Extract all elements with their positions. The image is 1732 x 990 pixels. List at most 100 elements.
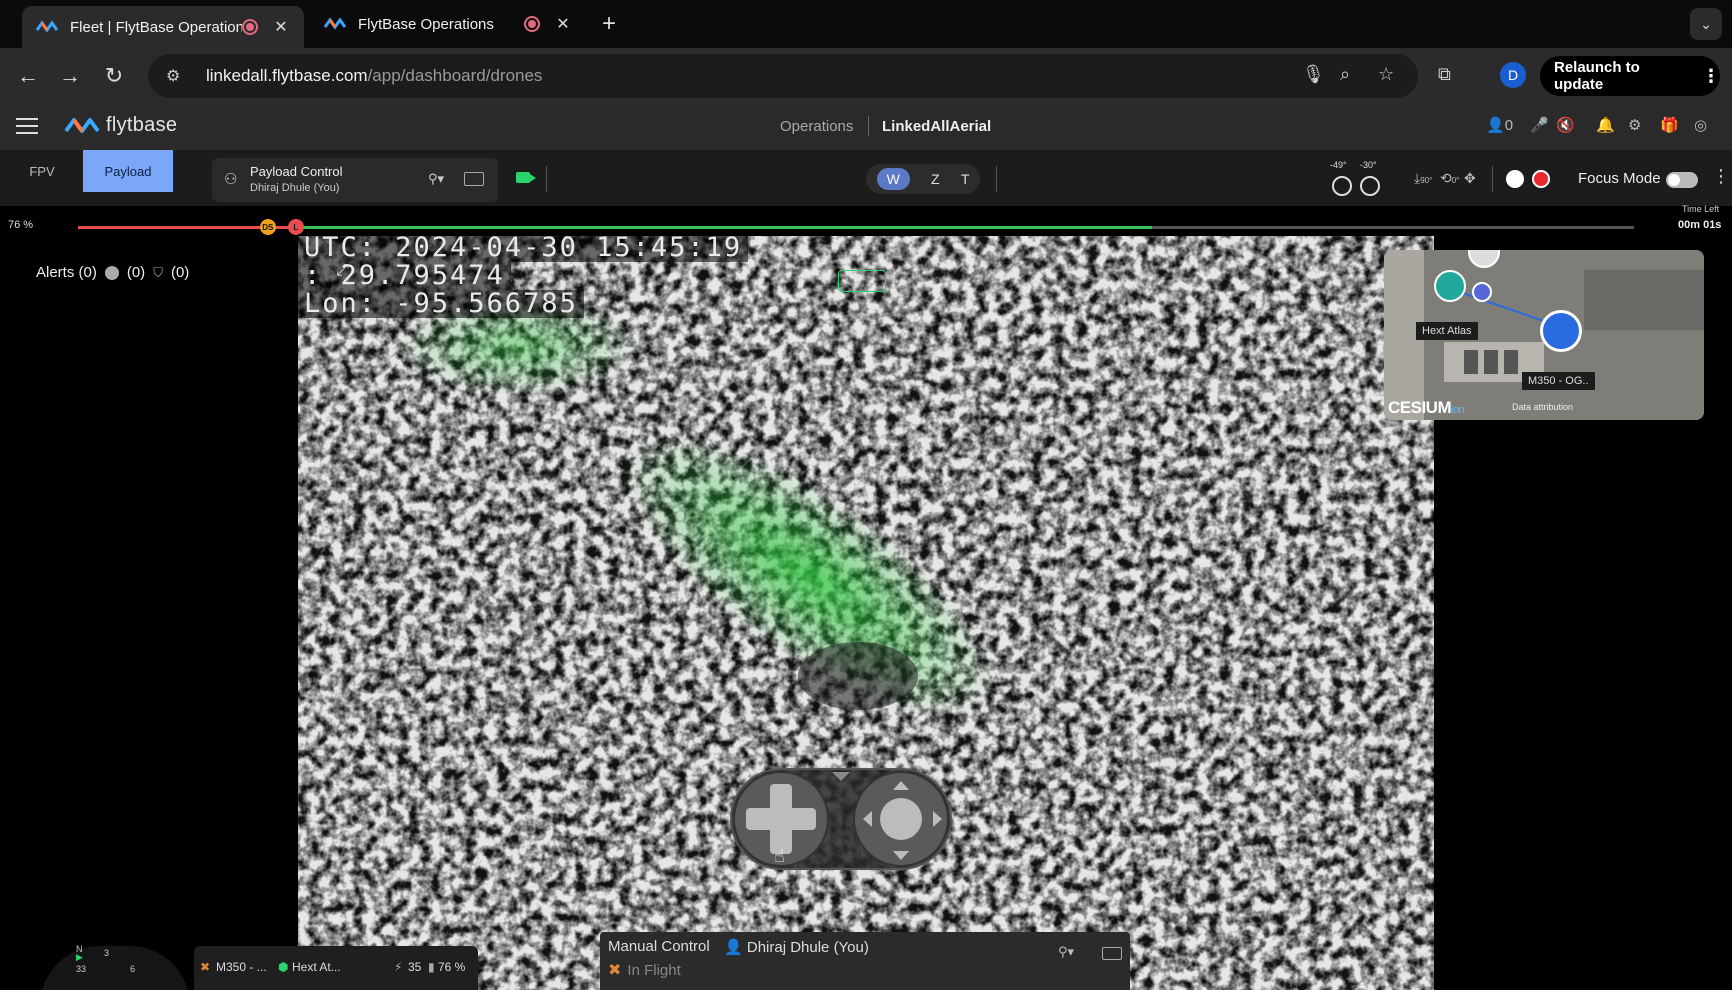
- collapse-chevron-icon[interactable]: [832, 772, 850, 781]
- drone-label: M350 - OG..: [1522, 372, 1595, 390]
- alerts-bar[interactable]: Alerts (0) (0) ⛉ (0): [36, 264, 189, 281]
- shield-icon: ⛉: [153, 264, 163, 280]
- address-bar[interactable]: ⚙ linkedall.flytbase.com/app/dashboard/d…: [148, 54, 1418, 98]
- recording-indicator-icon: [524, 16, 540, 32]
- time-left-value: 00m 01s: [1678, 219, 1722, 231]
- gimbal-recenter-icon[interactable]: ⟲0°: [1440, 170, 1459, 187]
- payload-control-card[interactable]: ⚇ Payload Control Dhiraj Dhule (You) ⚲▾: [212, 158, 498, 202]
- control-handover-icon[interactable]: ⚲▾: [1058, 944, 1074, 960]
- breadcrumb-organization[interactable]: LinkedAllAerial: [882, 118, 991, 135]
- relaunch-button[interactable]: Relaunch to update ⋮: [1540, 56, 1720, 96]
- zoom-mode-selector[interactable]: W Z T: [866, 164, 980, 194]
- tab-search-chevron-icon[interactable]: ⌄: [1690, 8, 1722, 40]
- url-path: /app/dashboard/drones: [367, 66, 543, 85]
- close-tab-icon[interactable]: ✕: [554, 14, 572, 34]
- flytbase-favicon-icon: [36, 20, 58, 33]
- zoom-mode-wide[interactable]: W: [876, 168, 910, 190]
- flytbase-logo-icon: [64, 117, 100, 133]
- manual-control-title: Manual Control: [608, 938, 710, 955]
- settings-gear-icon[interactable]: ⚙: [1628, 116, 1641, 134]
- url-host: linkedall.flytbase.com: [206, 66, 368, 85]
- more-options-icon[interactable]: ⋮: [1712, 166, 1730, 187]
- capture-photo-button[interactable]: [1506, 170, 1524, 188]
- forward-icon[interactable]: →: [56, 62, 84, 90]
- progress-marker-ds[interactable]: DS: [259, 219, 276, 235]
- joystick-knob[interactable]: [880, 798, 922, 840]
- keyboard-icon[interactable]: [1102, 947, 1122, 960]
- tab-title: FlytBase Operations: [358, 15, 494, 33]
- profile-avatar[interactable]: D: [1500, 62, 1526, 88]
- gimbal-yaw-dial-icon: [1360, 176, 1380, 196]
- account-icon[interactable]: ◎: [1694, 116, 1707, 134]
- gimbal-down-90-label: 90°: [1420, 176, 1433, 185]
- satellite-count: 35: [408, 960, 422, 974]
- compass-north: N: [76, 944, 83, 954]
- keyboard-icon[interactable]: [464, 172, 484, 186]
- expand-icon[interactable]: ⤢: [336, 262, 349, 280]
- manual-control-panel[interactable]: Manual Control 👤 Dhiraj Dhule (You) ✖ In …: [600, 932, 1130, 990]
- zoom-mode-zoom[interactable]: Z: [931, 171, 940, 187]
- browser-menu-icon[interactable]: ⋮: [1702, 66, 1720, 87]
- payload-control-icon: ⚇: [224, 171, 238, 188]
- app-header: [0, 104, 1732, 150]
- drone-site: Hext At...: [292, 960, 341, 974]
- zoom-icon[interactable]: ⌕: [1340, 64, 1350, 85]
- dock-pin-icon[interactable]: [1434, 270, 1466, 302]
- arrow-left-icon: [863, 811, 872, 827]
- mini-map[interactable]: Hext Atlas M350 - OG.. CESIUMion Data at…: [1384, 250, 1704, 420]
- gift-icon[interactable]: 🎁: [1660, 116, 1679, 134]
- dock-icon: ⬢: [278, 960, 289, 974]
- browser-tab-fleet[interactable]: Fleet | FlytBase Operations ✕: [22, 6, 304, 48]
- gimbal-pitch-dial-icon: [1332, 176, 1352, 196]
- gimbal-down-90-icon[interactable]: ⤓90°: [1414, 170, 1432, 187]
- flytbase-favicon-icon: [324, 17, 346, 30]
- flight-status: ✖ In Flight: [608, 960, 681, 980]
- brand-name: flytbase: [106, 114, 178, 136]
- divider: [1492, 166, 1493, 192]
- mic-muted-icon[interactable]: 🎤: [1530, 116, 1549, 134]
- extensions-icon[interactable]: ⧉: [1438, 64, 1451, 85]
- new-tab-icon[interactable]: +: [602, 10, 616, 38]
- gimbal-pitch-label: -49°: [1330, 160, 1347, 170]
- breadcrumb-divider: [868, 116, 869, 136]
- notification-bell-icon[interactable]: 🔔: [1596, 116, 1615, 134]
- drone-icon: ✖: [608, 962, 622, 979]
- microphone-icon[interactable]: 🎙: [1302, 64, 1325, 85]
- right-joystick[interactable]: [853, 771, 949, 867]
- drone-status-card[interactable]: ✖ M350 - ... ⬢ Hext At... ⚡ 35 ▮ 76 %: [194, 946, 478, 990]
- shield-marker-icon[interactable]: [1472, 282, 1492, 302]
- speaker-muted-icon[interactable]: 🔇: [1556, 116, 1575, 134]
- cesium-name: CESIUM: [1388, 398, 1452, 417]
- brand-logo[interactable]: flytbase: [64, 114, 177, 137]
- data-attribution-link[interactable]: Data attribution: [1512, 402, 1573, 412]
- tab-fpv[interactable]: FPV: [22, 150, 62, 192]
- site-settings-icon[interactable]: ⚙: [166, 66, 188, 86]
- payload-video-feed[interactable]: [298, 236, 1434, 990]
- osd-lon: Lon: -95.566785: [298, 290, 584, 318]
- gimbal-reset-icon[interactable]: ✥: [1464, 170, 1476, 187]
- breadcrumb-operations[interactable]: Operations: [780, 118, 853, 135]
- close-tab-icon[interactable]: ✕: [272, 17, 290, 37]
- progress-marker-landing[interactable]: L: [287, 219, 304, 235]
- tab-payload[interactable]: Payload: [83, 150, 173, 192]
- satellite-icon: ⚡: [394, 960, 403, 974]
- tab-title: Fleet | FlytBase Operations: [70, 18, 242, 36]
- osd-lat: : 29.795474: [298, 262, 511, 290]
- drone-position-icon[interactable]: [1540, 310, 1582, 352]
- control-handover-icon[interactable]: ⚲▾: [428, 171, 444, 187]
- manual-control-user-name: Dhiraj Dhule (You): [746, 939, 869, 956]
- time-left-label: Time Left: [1682, 204, 1720, 214]
- user-icon: 👤: [724, 939, 747, 956]
- mouse-cursor-icon: ☝: [774, 846, 785, 866]
- menu-icon[interactable]: [16, 118, 38, 139]
- live-camera-icon[interactable]: [516, 172, 536, 183]
- zoom-mode-thermal[interactable]: T: [961, 171, 970, 187]
- reload-icon[interactable]: ↻: [100, 62, 128, 90]
- back-icon[interactable]: ←: [14, 62, 42, 90]
- record-video-button[interactable]: [1532, 170, 1550, 188]
- focus-mode-toggle[interactable]: [1666, 172, 1698, 188]
- arrow-right-icon: [933, 811, 942, 827]
- users-online-icon[interactable]: 👤0: [1486, 116, 1513, 134]
- browser-tab-operations[interactable]: FlytBase Operations ✕: [310, 6, 586, 42]
- bookmark-star-icon[interactable]: ☆: [1378, 64, 1394, 85]
